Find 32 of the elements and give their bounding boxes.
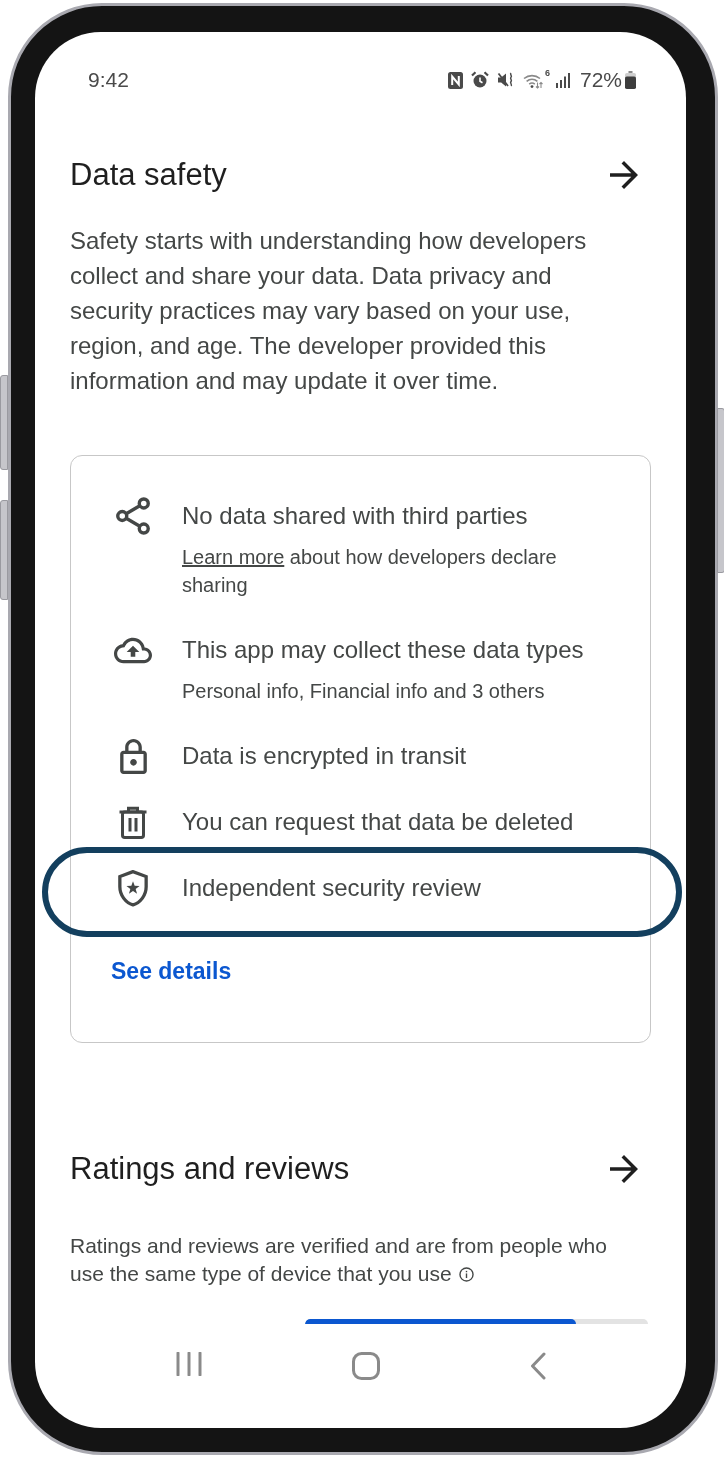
trash-icon bbox=[118, 805, 148, 839]
item-detail: Personal info, Financial info and 3 others bbox=[182, 679, 546, 704]
info-icon[interactable] bbox=[458, 1267, 474, 1282]
lock-icon bbox=[119, 738, 147, 774]
arrow-right-icon bbox=[610, 161, 638, 189]
battery-icon bbox=[625, 71, 636, 89]
mute-icon bbox=[496, 71, 515, 89]
nfc-icon bbox=[447, 71, 463, 89]
alarm-icon bbox=[470, 71, 489, 89]
section-description: Safety starts with understanding how developers collect and share your data. Data privacy and security practices may vary based on your use, region, and age. The developer provided this information and may update it over time. bbox=[70, 226, 588, 396]
wifi-standard-label: 6 bbox=[544, 67, 550, 78]
recent-apps-icon[interactable] bbox=[175, 1352, 202, 1376]
item-title: Data is encrypted in transit bbox=[182, 741, 468, 771]
item-title: Independent security review bbox=[182, 873, 482, 903]
arrow-right-icon bbox=[610, 1155, 638, 1183]
item-title: No data shared with third parties bbox=[182, 501, 529, 531]
status-time: 9:42 bbox=[88, 68, 129, 92]
section-title: Ratings and reviews bbox=[70, 1150, 350, 1188]
back-icon[interactable] bbox=[529, 1352, 546, 1380]
item-detail: Learn more about how developers declare sharing bbox=[182, 545, 558, 598]
shield-star-icon bbox=[118, 869, 148, 907]
share-icon bbox=[115, 497, 151, 535]
see-details-link[interactable]: See details bbox=[111, 956, 232, 986]
home-icon[interactable] bbox=[351, 1352, 380, 1380]
cloud-upload-icon bbox=[114, 636, 152, 664]
battery-percentage: 72% bbox=[579, 68, 622, 92]
section-description: Ratings and reviews are verified and are from people who use the same type of device that you use bbox=[70, 1233, 608, 1287]
learn-more-link[interactable]: Learn more bbox=[182, 546, 285, 568]
signal-icon bbox=[555, 72, 570, 88]
item-title: This app may collect these data types bbox=[182, 635, 585, 665]
section-title: Data safety bbox=[70, 156, 227, 194]
item-title: You can request that data be deleted bbox=[182, 807, 575, 837]
